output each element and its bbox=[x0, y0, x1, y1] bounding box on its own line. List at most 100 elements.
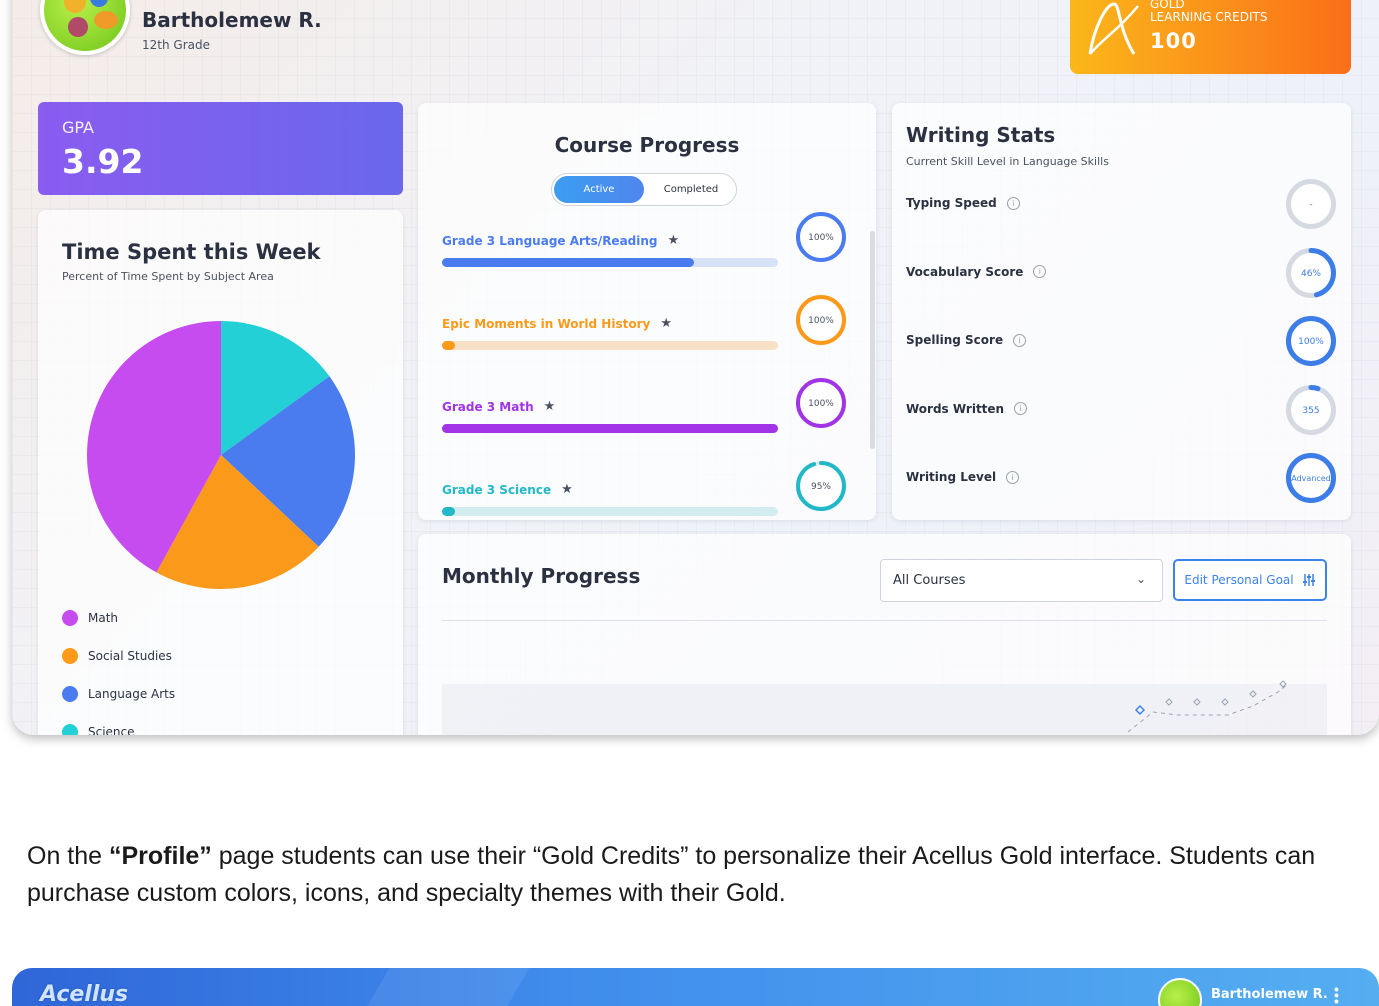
legend-label: Science bbox=[88, 725, 135, 735]
writing-stat-label: Vocabulary Score bbox=[906, 264, 1024, 279]
writing-stat-ring: - bbox=[1285, 178, 1337, 234]
legend-item: Math bbox=[62, 610, 118, 626]
course-name-text: Grade 3 Math bbox=[442, 399, 534, 414]
legend-label: Language Arts bbox=[88, 687, 176, 701]
info-icon[interactable]: i bbox=[1006, 196, 1020, 210]
course-progress-title: Course Progress bbox=[554, 133, 740, 157]
ring-label: 46% bbox=[1301, 269, 1321, 279]
tab-completed[interactable]: Completed bbox=[648, 176, 734, 203]
writing-stat-row: Spelling Score i bbox=[906, 333, 1027, 347]
monthly-progress-line bbox=[442, 680, 1327, 735]
info-icon[interactable]: i bbox=[1013, 333, 1027, 347]
time-spent-title: Time Spent this Week bbox=[62, 240, 321, 264]
writing-stats-title: Writing Stats bbox=[906, 123, 1056, 147]
legend-dot bbox=[62, 610, 78, 626]
writing-stat-row: Words Written i bbox=[906, 402, 1028, 416]
favorite-star-icon[interactable]: ★ bbox=[561, 482, 573, 497]
gpa-label: GPA bbox=[62, 118, 94, 137]
course-progress-bar bbox=[442, 424, 778, 433]
acellus-gold-logo-icon bbox=[1088, 2, 1139, 55]
writing-stat-ring: 100% bbox=[1285, 315, 1337, 371]
course-progress-fill bbox=[442, 341, 456, 350]
header-user-name[interactable]: Bartholemew R. bbox=[1211, 987, 1328, 1002]
caption-part-2: page students can use their “Gold Credit… bbox=[27, 842, 1316, 907]
time-spent-subtitle: Percent of Time Spent by Subject Area bbox=[62, 270, 274, 283]
course-name[interactable]: Grade 3 Science ★ bbox=[442, 482, 778, 497]
course-item[interactable]: Grade 3 Math ★ bbox=[442, 399, 778, 433]
writing-stat-ring: 355 bbox=[1285, 384, 1337, 440]
course-completion-ring: 100% bbox=[795, 294, 847, 350]
user-name: Bartholemew R. bbox=[142, 8, 322, 32]
writing-stat-ring: Advanced bbox=[1285, 452, 1337, 508]
ring-label: 100% bbox=[808, 399, 834, 409]
monthly-progress-card: Monthly Progress All Courses ⌄ Edit Pers… bbox=[418, 534, 1351, 735]
writing-stat-ring: 46% bbox=[1285, 247, 1337, 303]
avatar[interactable] bbox=[40, 0, 130, 55]
gpa-value: 3.92 bbox=[62, 142, 144, 181]
page: Bartholemew R. 12th Grade GOLD LEARNING … bbox=[0, 0, 1379, 1006]
course-name[interactable]: Grade 3 Language Arts/Reading ★ bbox=[442, 233, 778, 248]
course-progress-fill bbox=[442, 507, 456, 516]
course-name[interactable]: Grade 3 Math ★ bbox=[442, 399, 778, 414]
favorite-star-icon[interactable]: ★ bbox=[544, 399, 556, 414]
screenshot-frame: Bartholemew R. 12th Grade GOLD LEARNING … bbox=[12, 0, 1379, 735]
legend-dot bbox=[62, 724, 78, 735]
writing-stat-label: Spelling Score bbox=[906, 333, 1004, 347]
ring-label: 355 bbox=[1302, 406, 1319, 416]
gold-credits-card[interactable]: GOLD LEARNING CREDITS 100 bbox=[1070, 0, 1351, 74]
legend-label: Math bbox=[88, 611, 119, 625]
course-completion-ring: 100% bbox=[795, 377, 847, 433]
planet-icon bbox=[94, 11, 118, 29]
gpa-card: GPA 3.92 bbox=[38, 102, 403, 195]
writing-stats-card: Writing Stats Current Skill Level in Lan… bbox=[892, 103, 1351, 520]
course-completion-ring: 100% bbox=[795, 211, 847, 267]
course-name-text: Grade 3 Language Arts/Reading bbox=[442, 233, 658, 248]
course-name[interactable]: Epic Moments in World History ★ bbox=[442, 316, 778, 331]
info-icon[interactable]: i bbox=[1033, 265, 1047, 278]
writing-stat-row: Writing Level i bbox=[906, 470, 1020, 484]
course-item[interactable]: Grade 3 Language Arts/Reading ★ bbox=[442, 233, 778, 267]
course-completion-ring: 95% bbox=[795, 460, 847, 516]
caption-part-1: On the bbox=[27, 842, 109, 870]
tab-active[interactable]: Active bbox=[554, 176, 644, 203]
favorite-star-icon[interactable]: ★ bbox=[668, 233, 680, 248]
caption-bold: “Profile” bbox=[109, 842, 212, 870]
ring-label: 95% bbox=[811, 482, 831, 492]
course-item[interactable]: Epic Moments in World History ★ bbox=[442, 316, 778, 350]
course-list-scrollbar[interactable] bbox=[870, 231, 875, 449]
legend-item: Language Arts bbox=[62, 686, 175, 702]
course-progress-card: Course Progress Active Completed Grade 3… bbox=[418, 103, 876, 520]
header-decoration bbox=[354, 968, 530, 1006]
app-header-bar: Acellus Bartholemew R. • • • bbox=[12, 968, 1379, 1006]
header-avatar[interactable] bbox=[1158, 978, 1202, 1006]
course-progress-fill bbox=[442, 424, 778, 433]
ring-label: 100% bbox=[808, 233, 834, 243]
course-progress-fill bbox=[442, 258, 694, 267]
info-icon[interactable]: i bbox=[1006, 470, 1020, 484]
kebab-menu-icon[interactable]: • • • bbox=[1334, 982, 1339, 1006]
writing-stat-row: Vocabulary Score i bbox=[906, 264, 1047, 279]
ring-label: - bbox=[1309, 200, 1312, 210]
legend-item: Science bbox=[62, 724, 135, 735]
time-pie-chart bbox=[86, 321, 355, 589]
legend-dot bbox=[62, 686, 78, 702]
course-progress-bar bbox=[442, 341, 778, 350]
time-spent-card: Time Spent this Week Percent of Time Spe… bbox=[38, 210, 403, 735]
legend-dot bbox=[62, 648, 78, 664]
writing-stat-label: Writing Level bbox=[906, 470, 997, 484]
ring-label: 100% bbox=[1298, 337, 1324, 347]
user-grade: 12th Grade bbox=[142, 38, 210, 52]
legend-label: Social Studies bbox=[88, 649, 172, 663]
gold-credits-value: 100 bbox=[1150, 29, 1197, 53]
course-progress-bar bbox=[442, 258, 778, 267]
info-icon[interactable]: i bbox=[1014, 402, 1028, 415]
writing-stat-row: Typing Speed i bbox=[906, 196, 1020, 210]
course-name-text: Epic Moments in World History bbox=[442, 316, 651, 331]
planet-icon bbox=[64, 0, 86, 13]
planet-icon bbox=[68, 17, 88, 37]
course-item[interactable]: Grade 3 Science ★ bbox=[442, 482, 778, 516]
favorite-star-icon[interactable]: ★ bbox=[660, 316, 672, 331]
ring-label: 100% bbox=[808, 316, 834, 326]
acellus-logo[interactable]: Acellus bbox=[40, 982, 128, 1006]
course-progress-bar bbox=[442, 507, 778, 516]
